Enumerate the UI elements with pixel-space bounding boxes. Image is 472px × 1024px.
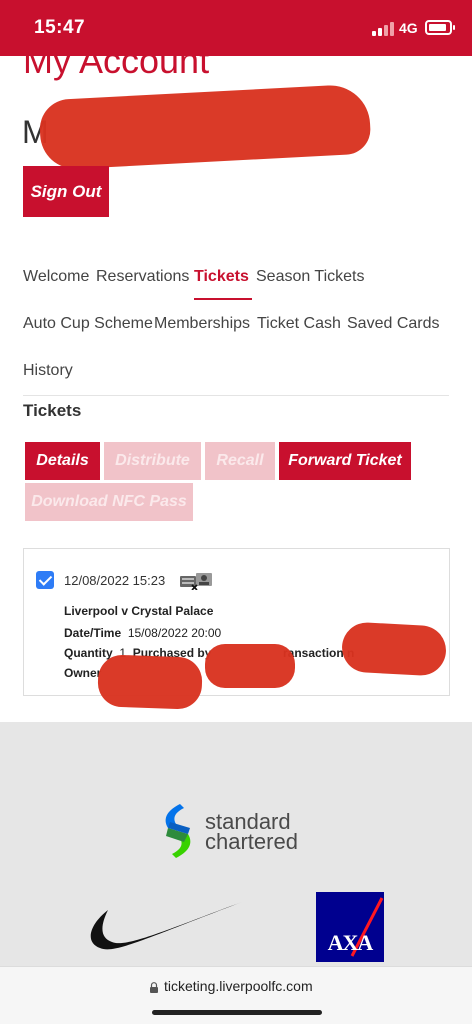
nav-item-season-tickets[interactable]: Season Tickets xyxy=(256,268,365,286)
battery-icon xyxy=(425,20,455,35)
redaction-mark xyxy=(340,621,448,677)
network-label: 4G xyxy=(399,20,418,36)
ticket-transfer-icon xyxy=(180,573,212,590)
nav-item-memberships[interactable]: Memberships xyxy=(154,315,250,333)
standard-chartered-logo-text: standard chartered xyxy=(205,809,298,854)
divider xyxy=(23,395,449,396)
status-bar: 15:47 4G xyxy=(0,0,472,56)
lock-icon xyxy=(150,982,158,993)
redaction-mark xyxy=(205,644,295,688)
redaction-mark xyxy=(97,654,203,710)
status-time: 15:47 xyxy=(34,17,86,38)
nav-item-history[interactable]: History xyxy=(23,362,73,380)
signal-icon xyxy=(372,22,394,36)
ticket-datetime: Date/Time 15/08/2022 20:00 xyxy=(64,626,222,640)
nav-item-tickets[interactable]: Tickets xyxy=(194,268,252,300)
nav-item-saved-cards[interactable]: Saved Cards xyxy=(347,315,440,333)
recall-button[interactable]: Recall xyxy=(205,442,275,480)
ticket-owner: Owner xyxy=(64,666,102,680)
nav-item-ticket-cash[interactable]: Ticket Cash xyxy=(257,315,341,333)
section-title: Tickets xyxy=(23,401,82,420)
forward-ticket-button[interactable]: Forward Ticket xyxy=(279,442,411,480)
nav-item-welcome[interactable]: Welcome xyxy=(23,268,89,286)
standard-chartered-logo-icon xyxy=(165,804,191,858)
nav-item-auto-cup-scheme[interactable]: Auto Cup Scheme xyxy=(23,315,153,333)
sign-out-button[interactable]: Sign Out xyxy=(23,166,109,217)
details-button[interactable]: Details xyxy=(25,442,100,480)
browser-url-bar[interactable] xyxy=(0,966,472,1024)
nike-swoosh-icon xyxy=(90,902,242,950)
download-nfc-pass-button[interactable]: Download NFC Pass xyxy=(25,483,193,521)
redaction-mark xyxy=(38,83,372,171)
home-indicator[interactable] xyxy=(152,1010,322,1015)
url-text[interactable]: ticketing.liverpoolfc.com xyxy=(164,978,313,994)
axa-logo: AXA xyxy=(316,892,384,962)
ticket-checkbox[interactable] xyxy=(36,571,54,589)
nav-item-reservations[interactable]: Reservations xyxy=(96,268,189,286)
distribute-button[interactable]: Distribute xyxy=(104,442,201,480)
ticket-created-date: 12/08/2022 15:23 xyxy=(64,573,166,588)
ticket-match: Liverpool v Crystal Palace xyxy=(64,604,214,618)
